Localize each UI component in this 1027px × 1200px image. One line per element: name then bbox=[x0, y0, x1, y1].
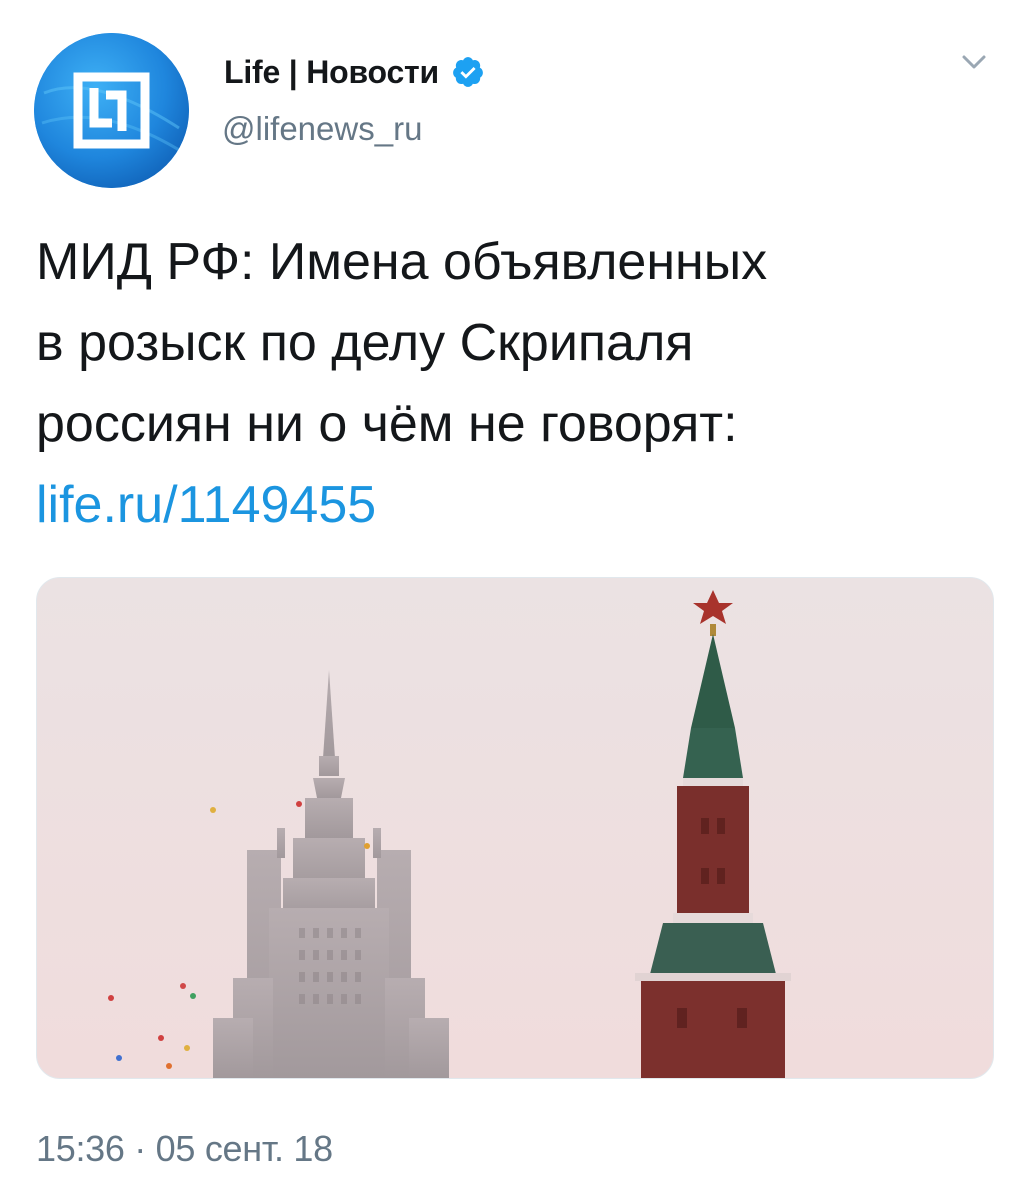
account-name[interactable]: Life | Новости bbox=[224, 54, 439, 91]
tweet-link[interactable]: life.ru/1149455 bbox=[36, 465, 996, 546]
life-logo-icon bbox=[34, 33, 189, 188]
account-name-row[interactable]: Life | Новости bbox=[224, 52, 485, 92]
tweet-text-line: МИД РФ: Имена объявленных bbox=[36, 233, 768, 291]
verified-badge-icon bbox=[453, 57, 483, 87]
tweet-text: МИД РФ: Имена объявленных в розыск по де… bbox=[36, 222, 996, 546]
account-handle[interactable]: @lifenews_ru bbox=[222, 110, 422, 148]
tweet-card: Life | Новости @lifenews_ru МИД РФ: Имен… bbox=[0, 0, 1027, 1200]
tweet-timestamp[interactable]: 15:36 · 05 сент. 18 bbox=[36, 1128, 333, 1170]
tweet-text-line: россиян ни о чём не говорят: bbox=[36, 395, 738, 453]
tweet-text-line: в розыск по делу Скрипаля bbox=[36, 314, 694, 372]
moscow-towers-photo bbox=[37, 578, 993, 1078]
avatar[interactable] bbox=[34, 33, 189, 188]
tweet-photo[interactable] bbox=[36, 577, 994, 1079]
chevron-down-icon[interactable] bbox=[958, 50, 990, 74]
